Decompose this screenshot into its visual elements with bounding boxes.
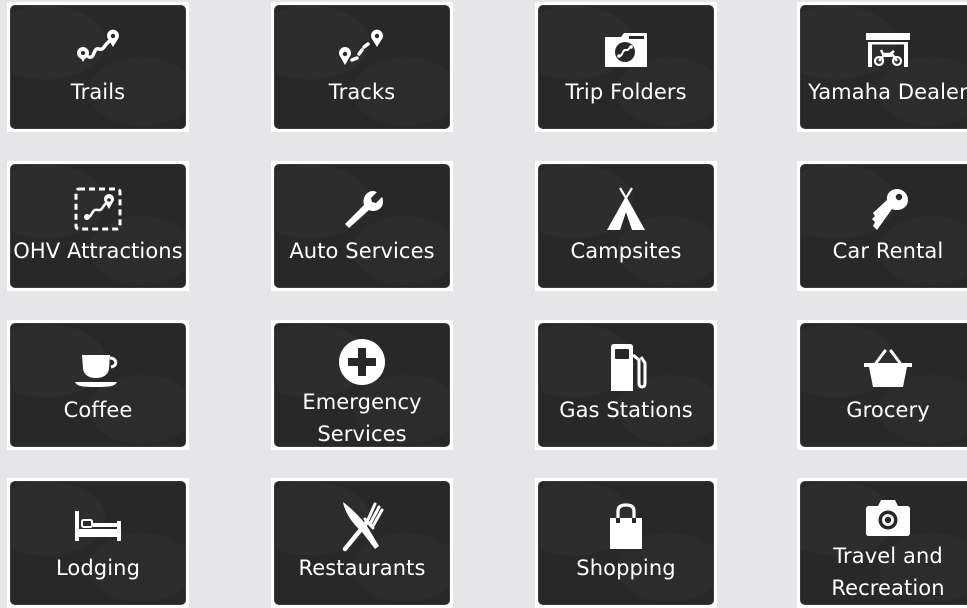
tile-shopping[interactable]: Shopping	[535, 478, 717, 608]
tile-label: Shopping	[576, 556, 676, 580]
fuel-pump-icon	[599, 344, 653, 392]
tile-label: Lodging	[55, 556, 140, 580]
tile-coffee[interactable]: Coffee	[7, 320, 189, 450]
tile-tracks[interactable]: Tracks	[271, 2, 453, 132]
tile-emergency-services[interactable]: Emergency Services	[271, 320, 453, 450]
tile-label: Emergency Services	[302, 390, 422, 446]
tracks-icon	[335, 26, 389, 74]
tile-label: Restaurants	[298, 556, 426, 580]
tile-grocery[interactable]: Grocery	[797, 320, 967, 450]
camera-icon	[861, 496, 915, 540]
tile-trip-folders[interactable]: Trip Folders	[535, 2, 717, 132]
tile-campsites[interactable]: Campsites	[535, 161, 717, 291]
fork-knife-icon	[335, 502, 389, 552]
tile-gas-stations[interactable]: Gas Stations	[535, 320, 717, 450]
tile-car-rental[interactable]: Car Rental	[797, 161, 967, 291]
coffee-cup-icon	[71, 344, 125, 392]
category-grid: Trails Tracks Trip Folders Yamaha Dealer…	[0, 0, 967, 608]
bed-icon	[71, 502, 125, 550]
tile-lodging[interactable]: Lodging	[7, 478, 189, 608]
shopping-bag-icon	[599, 502, 653, 550]
folder-icon	[599, 26, 653, 74]
tile-label: Travel and Recreation	[831, 544, 945, 600]
tile-restaurants[interactable]: Restaurants	[271, 478, 453, 608]
basket-icon	[861, 344, 915, 392]
tent-icon	[599, 185, 653, 233]
trail-route-icon	[71, 26, 125, 74]
tile-label: Coffee	[63, 398, 133, 422]
attraction-icon	[71, 185, 125, 233]
tile-label: Yamaha Dealer	[808, 80, 967, 104]
tile-travel-and-recreation[interactable]: Travel and Recreation	[797, 478, 967, 608]
medical-cross-icon	[335, 338, 389, 386]
tile-label: Campsites	[570, 239, 682, 263]
tile-trails[interactable]: Trails	[7, 2, 189, 132]
tile-label: OHV Attractions	[13, 239, 183, 263]
tile-label: Gas Stations	[559, 398, 693, 422]
key-icon	[861, 185, 915, 233]
tile-auto-services[interactable]: Auto Services	[271, 161, 453, 291]
dealer-garage-icon	[861, 26, 915, 74]
tile-label: Trails	[70, 80, 126, 104]
tile-label: Tracks	[328, 80, 396, 104]
tile-label: Auto Services	[289, 239, 435, 263]
wrench-icon	[335, 185, 389, 233]
tile-ohv-attractions[interactable]: OHV Attractions	[7, 161, 189, 291]
tile-label: Car Rental	[832, 239, 944, 263]
tile-label: Trip Folders	[565, 80, 687, 104]
tile-yamaha-dealer[interactable]: Yamaha Dealer	[797, 2, 967, 132]
tile-label: Grocery	[846, 398, 930, 422]
